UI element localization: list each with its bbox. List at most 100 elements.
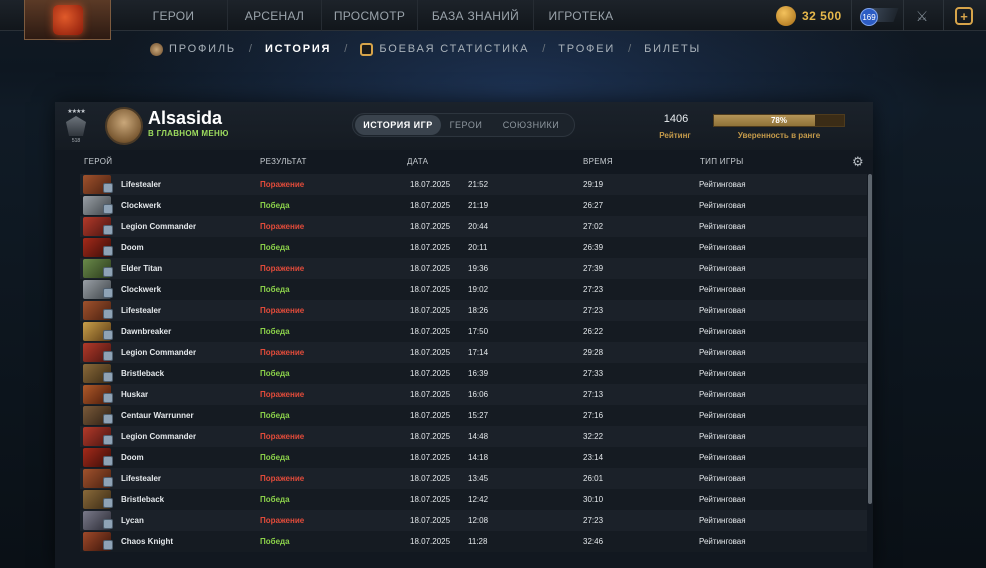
match-mode: Рейтинговая bbox=[699, 474, 746, 483]
match-date: 18.07.2025 bbox=[410, 369, 451, 378]
table-row[interactable]: Lifestealer Поражение 18.07.2025 21:52 29:19… bbox=[80, 174, 867, 195]
hero-name: Legion Commander bbox=[121, 348, 197, 357]
match-duration: 27:33 bbox=[583, 369, 604, 378]
table-row[interactable]: Chaos Knight Победа 18.07.2025 11:28 32:46 Ре… bbox=[80, 531, 867, 552]
tab-heroes[interactable]: ГЕРОИ bbox=[441, 115, 491, 135]
match-duration: 27:23 bbox=[583, 516, 604, 525]
match-time: 16:39 bbox=[468, 369, 489, 378]
nav-learn[interactable]: БАЗА ЗНАНИЙ bbox=[418, 0, 534, 31]
rank-medal[interactable]: ★★★★ 518 bbox=[65, 108, 87, 144]
match-date: 18.07.2025 bbox=[410, 201, 451, 210]
match-result: Поражение bbox=[260, 432, 305, 441]
hero-name: Bristleback bbox=[121, 495, 165, 504]
match-time: 15:27 bbox=[468, 411, 489, 420]
scrollbar[interactable] bbox=[868, 174, 872, 504]
col-mode[interactable]: ТИП ИГРЫ bbox=[700, 157, 744, 166]
match-date: 18.07.2025 bbox=[410, 222, 451, 231]
table-row[interactable]: Huskar Поражение 18.07.2025 16:06 27:13 Рейти… bbox=[80, 384, 867, 405]
nav-arsenal[interactable]: АРСЕНАЛ bbox=[228, 0, 322, 31]
table-row[interactable]: Legion Commander Поражение 18.07.2025 17:14… bbox=[80, 342, 867, 363]
subnav-trophies-label: ТРОФЕИ bbox=[558, 43, 616, 55]
col-date[interactable]: ДАТА bbox=[407, 157, 428, 166]
hero-name: Huskar bbox=[121, 390, 149, 399]
match-date: 18.07.2025 bbox=[410, 411, 451, 420]
table-row[interactable]: Doom Победа 18.07.2025 14:18 23:14 Рейтингова… bbox=[80, 447, 867, 468]
subnav-profile[interactable]: ПРОФИЛЬ bbox=[150, 42, 236, 56]
table-row[interactable]: Lycan Поражение 18.07.2025 12:08 27:23 Рейтин… bbox=[80, 510, 867, 531]
col-result[interactable]: РЕЗУЛЬТАТ bbox=[260, 157, 307, 166]
gear-icon[interactable]: ⚙ bbox=[851, 155, 865, 169]
nav-watch[interactable]: ПРОСМОТР bbox=[322, 0, 418, 31]
match-mode: Рейтинговая bbox=[699, 348, 746, 357]
match-duration: 32:46 bbox=[583, 537, 604, 546]
subnav-history[interactable]: ИСТОРИЯ bbox=[265, 43, 331, 55]
match-duration: 29:28 bbox=[583, 348, 604, 357]
nav-arcade[interactable]: ИГРОТЕКА bbox=[534, 0, 628, 31]
hero-name: Doom bbox=[121, 453, 144, 462]
subnav-profile-label: ПРОФИЛЬ bbox=[169, 43, 236, 55]
col-duration[interactable]: ВРЕМЯ bbox=[583, 157, 613, 166]
table-row[interactable]: Lifestealer Поражение 18.07.2025 13:45 26:01… bbox=[80, 468, 867, 489]
table-row[interactable]: Clockwerk Победа 18.07.2025 19:02 27:23 Рейти… bbox=[80, 279, 867, 300]
match-date: 18.07.2025 bbox=[410, 327, 451, 336]
match-mode: Рейтинговая bbox=[699, 243, 746, 252]
avatar[interactable] bbox=[105, 107, 143, 145]
match-mode: Рейтинговая bbox=[699, 411, 746, 420]
match-duration: 26:39 bbox=[583, 243, 604, 252]
match-duration: 32:22 bbox=[583, 432, 604, 441]
subnav-tickets[interactable]: БИЛЕТЫ bbox=[644, 43, 701, 55]
subnav-tickets-label: БИЛЕТЫ bbox=[644, 43, 702, 55]
subnav-trophies[interactable]: ТРОФЕИ bbox=[558, 43, 615, 55]
hero-facet-icon bbox=[103, 477, 113, 487]
match-time: 16:06 bbox=[468, 390, 489, 399]
match-date: 18.07.2025 bbox=[410, 348, 451, 357]
hero-name: Clockwerk bbox=[121, 285, 162, 294]
armory-icon[interactable]: ⚔ bbox=[912, 6, 932, 26]
hero-name: Lifestealer bbox=[121, 180, 162, 189]
table-row[interactable]: Centaur Warrunner Победа 18.07.2025 15:27 27… bbox=[80, 405, 867, 426]
match-duration: 23:14 bbox=[583, 453, 604, 462]
hero-facet-icon bbox=[103, 435, 113, 445]
match-duration: 26:27 bbox=[583, 201, 604, 210]
tab-allies[interactable]: СОЮЗНИКИ bbox=[491, 115, 571, 135]
table-row[interactable]: Dawnbreaker Победа 18.07.2025 17:50 26:22 Рей… bbox=[80, 321, 867, 342]
match-result: Поражение bbox=[260, 264, 305, 273]
table-row[interactable]: Legion Commander Поражение 18.07.2025 20:44… bbox=[80, 216, 867, 237]
col-hero[interactable]: ГЕРОЙ bbox=[84, 157, 112, 166]
match-result: Поражение bbox=[260, 390, 305, 399]
table-row[interactable]: Clockwerk Победа 18.07.2025 21:19 26:27 Рейти… bbox=[80, 195, 867, 216]
table-row[interactable]: Elder Titan Поражение 18.07.2025 19:36 27:39… bbox=[80, 258, 867, 279]
match-time: 13:45 bbox=[468, 474, 489, 483]
hero-facet-icon bbox=[103, 309, 113, 319]
match-date: 18.07.2025 bbox=[410, 432, 451, 441]
tab-match-history[interactable]: ИСТОРИЯ ИГР bbox=[355, 115, 441, 135]
subnav-battle-stats[interactable]: БОЕВАЯ СТАТИСТИКА bbox=[360, 42, 529, 56]
dota-logo-button[interactable] bbox=[24, 0, 111, 40]
match-mode: Рейтинговая bbox=[699, 222, 746, 231]
match-result: Поражение bbox=[260, 306, 305, 315]
table-row[interactable]: Bristleback Победа 18.07.2025 16:39 27:33 Рей… bbox=[80, 363, 867, 384]
shards-icon bbox=[776, 5, 796, 26]
nav-heroes[interactable]: ГЕРОИ bbox=[120, 0, 228, 31]
dota-plus-icon[interactable]: + bbox=[955, 7, 973, 25]
match-time: 14:48 bbox=[468, 432, 489, 441]
match-date: 18.07.2025 bbox=[410, 495, 451, 504]
match-time: 11:28 bbox=[468, 537, 488, 546]
table-row[interactable]: Legion Commander Поражение 18.07.2025 14:48… bbox=[80, 426, 867, 447]
profile-avatar-icon bbox=[150, 42, 163, 56]
table-row[interactable]: Doom Победа 18.07.2025 20:11 26:39 Рейтингова… bbox=[80, 237, 867, 258]
dota-plus-small-icon bbox=[360, 42, 374, 56]
rank-confidence-text: 78% bbox=[770, 116, 787, 125]
match-duration: 26:01 bbox=[583, 474, 604, 483]
rank-confidence-bar: 78% bbox=[713, 114, 845, 127]
currency-display[interactable]: 32 500 bbox=[776, 5, 842, 26]
level-badge[interactable]: 169 bbox=[860, 8, 878, 26]
match-duration: 29:19 bbox=[583, 180, 604, 189]
match-time: 17:50 bbox=[468, 327, 489, 336]
match-duration: 27:23 bbox=[583, 306, 604, 315]
table-row[interactable]: Lifestealer Поражение 18.07.2025 18:26 27:23… bbox=[80, 300, 867, 321]
match-date: 18.07.2025 bbox=[410, 537, 451, 546]
match-mode: Рейтинговая bbox=[699, 495, 746, 504]
match-result: Поражение bbox=[260, 222, 305, 231]
table-row[interactable]: Bristleback Победа 18.07.2025 12:42 30:10 Рей… bbox=[80, 489, 867, 510]
